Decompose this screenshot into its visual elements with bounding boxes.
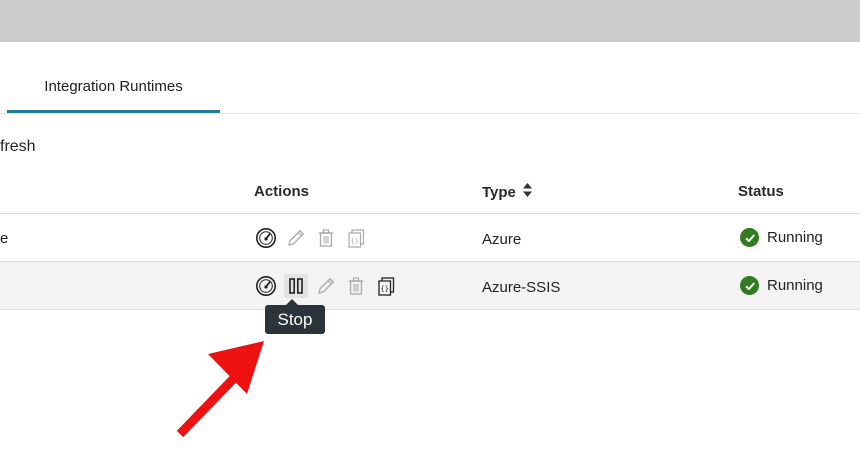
table-row: {} Azure-SSIS Running xyxy=(0,262,860,310)
refresh-button[interactable]: fresh xyxy=(0,138,36,156)
status-badge: Running xyxy=(740,276,823,295)
trash-icon[interactable] xyxy=(344,274,368,298)
code-icon[interactable]: {} xyxy=(374,274,398,298)
pencil-icon[interactable] xyxy=(314,274,338,298)
table-row: e {} Azure Running xyxy=(0,214,860,262)
trash-icon[interactable] xyxy=(314,226,338,250)
stop-tooltip: Stop xyxy=(265,305,325,334)
tab-integration-runtimes[interactable]: Integration Runtimes xyxy=(7,62,220,113)
column-header-type-label: Type xyxy=(482,183,516,201)
gauge-icon[interactable] xyxy=(254,274,278,298)
status-text: Running xyxy=(767,229,823,246)
gauge-icon[interactable] xyxy=(254,226,278,250)
column-header-type[interactable]: Type xyxy=(482,183,532,201)
runtime-type: Azure-SSIS xyxy=(482,279,561,296)
pencil-icon[interactable] xyxy=(284,226,308,250)
check-circle-icon xyxy=(740,276,759,295)
code-icon[interactable]: {} xyxy=(344,226,368,250)
svg-text:{}: {} xyxy=(381,285,389,293)
svg-text:{}: {} xyxy=(351,237,359,245)
status-badge: Running xyxy=(740,228,823,247)
column-header-status: Status xyxy=(738,183,784,200)
status-text: Running xyxy=(767,277,823,294)
runtime-name[interactable]: e xyxy=(0,230,8,247)
pause-icon[interactable] xyxy=(284,274,308,298)
column-header-actions: Actions xyxy=(254,183,310,200)
top-bar xyxy=(0,0,860,42)
check-circle-icon xyxy=(740,228,759,247)
sort-icon[interactable] xyxy=(522,183,532,201)
tab-divider xyxy=(0,113,860,114)
runtime-type: Azure xyxy=(482,231,522,248)
